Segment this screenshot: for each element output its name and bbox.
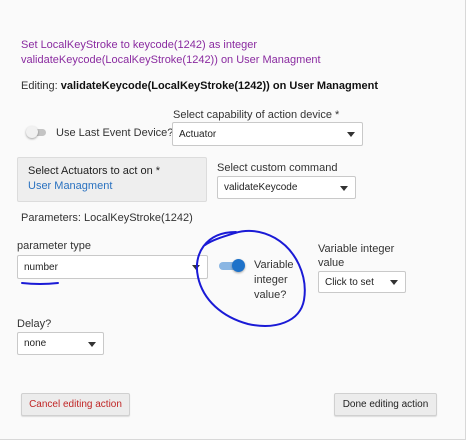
- chevron-down-icon: [347, 132, 355, 137]
- variable-integer-toggle[interactable]: [219, 259, 245, 273]
- variable-integer-line-2: value: [318, 257, 345, 269]
- actuators-selector[interactable]: Select Actuators to act on * User Managm…: [17, 157, 207, 202]
- variable-toggle-line-3: value?: [254, 289, 287, 301]
- toggle-knob: [26, 126, 38, 138]
- delay-value: none: [24, 338, 47, 349]
- custom-command-value: validateKeycode: [224, 182, 298, 193]
- summary-line-1: Set LocalKeyStroke to keycode(1242) as i…: [21, 39, 258, 51]
- editing-prefix: Editing:: [21, 80, 61, 92]
- use-last-event-label: Use Last Event Device?: [56, 127, 174, 139]
- variable-toggle-line-2: integer: [254, 274, 288, 286]
- capability-label: Select capability of action device *: [173, 109, 340, 121]
- delay-select[interactable]: none: [17, 332, 104, 355]
- variable-toggle-line-1: Variable: [254, 259, 294, 271]
- variable-integer-toggle-label: Variable integer value?: [254, 258, 294, 303]
- chevron-down-icon: [340, 185, 348, 191]
- capability-value: Actuator: [179, 128, 217, 140]
- custom-command-label: Select custom command: [217, 162, 338, 174]
- actuators-label: Select Actuators to act on *: [28, 165, 161, 177]
- chevron-down-icon: [192, 265, 200, 270]
- editing-heading: Editing: validateKeycode(LocalKeyStroke(…: [21, 80, 378, 92]
- chevron-down-icon: [88, 341, 96, 347]
- parameters-label: Parameters: LocalKeyStroke(1242): [21, 212, 193, 224]
- variable-integer-line-1: Variable integer: [318, 243, 395, 255]
- variable-integer-value: Click to set: [325, 276, 374, 288]
- parameter-type-label: parameter type: [17, 240, 91, 252]
- edit-action-panel: Set LocalKeyStroke to keycode(1242) as i…: [0, 0, 466, 440]
- use-last-event-toggle[interactable]: [26, 126, 46, 138]
- editing-value: validateKeycode(LocalKeyStroke(1242)) on…: [60, 80, 379, 92]
- delay-label: Delay?: [17, 318, 52, 330]
- toggle-knob: [232, 259, 245, 272]
- cancel-editing-button[interactable]: Cancel editing action: [21, 393, 130, 416]
- actuators-value: User Managment: [28, 180, 113, 192]
- parameter-type-select[interactable]: number: [17, 255, 208, 279]
- variable-integer-select[interactable]: Click to set: [318, 271, 406, 293]
- chevron-down-icon: [390, 280, 398, 285]
- capability-select[interactable]: Actuator: [172, 122, 363, 146]
- parameter-type-value: number: [24, 261, 58, 273]
- custom-command-select[interactable]: validateKeycode: [217, 176, 356, 199]
- summary-line-2: validateKeycode(LocalKeyStroke(1242)) on…: [21, 54, 321, 66]
- variable-integer-label: Variable integer value: [318, 242, 394, 270]
- action-summary: Set LocalKeyStroke to keycode(1242) as i…: [21, 38, 451, 68]
- done-editing-button[interactable]: Done editing action: [334, 393, 437, 416]
